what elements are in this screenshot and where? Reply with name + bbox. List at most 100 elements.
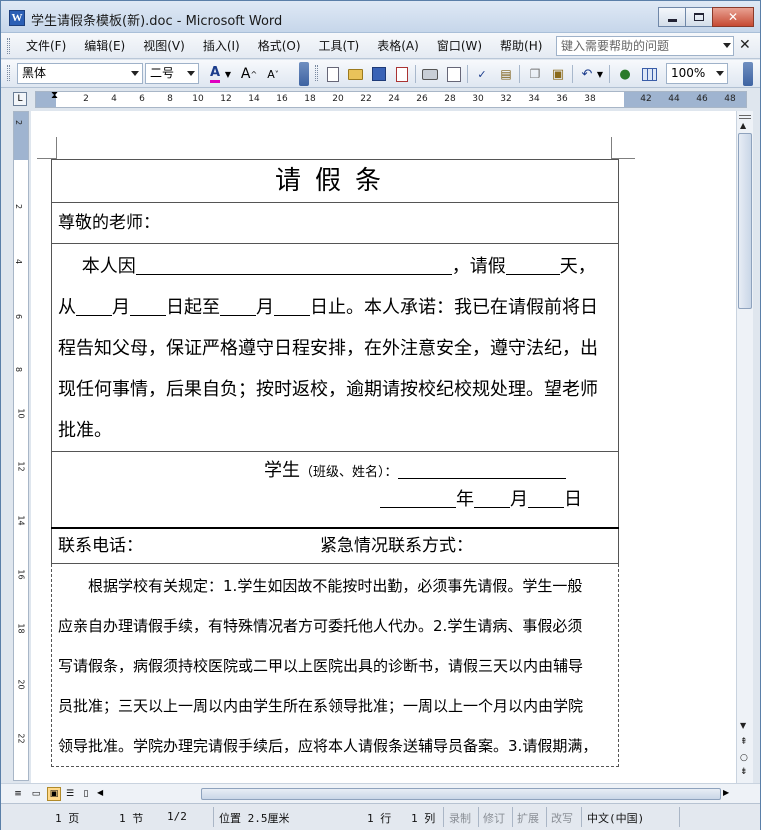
horizontal-scroll-thumb[interactable] — [201, 788, 721, 800]
status-extend[interactable]: 扩展 — [517, 810, 539, 826]
undo-dropdown[interactable]: ▼ — [595, 64, 605, 84]
menubar-grip[interactable] — [7, 38, 10, 54]
spelling-button[interactable]: ✓ — [472, 64, 492, 84]
close-document-icon[interactable]: ✕ — [739, 37, 751, 53]
split-handle[interactable] — [739, 115, 751, 119]
chevron-down-icon[interactable] — [131, 71, 139, 76]
scroll-left-icon[interactable]: ◀ — [97, 788, 103, 797]
menu-help[interactable]: 帮助(H) — [491, 38, 551, 54]
status-line[interactable]: 1 行 — [367, 810, 391, 826]
status-track-changes[interactable]: 修订 — [483, 810, 505, 826]
status-page-of[interactable]: 1/2 — [167, 810, 187, 823]
menu-insert[interactable]: 插入(I) — [194, 38, 249, 54]
toolbar-grip-standard[interactable] — [315, 65, 318, 81]
tab-stop-selector[interactable]: L — [13, 92, 27, 106]
status-overtype[interactable]: 改写 — [551, 810, 573, 826]
menu-tools[interactable]: 工具(T) — [310, 38, 369, 54]
copy-button[interactable]: ❐ — [525, 64, 545, 84]
horizontal-ruler[interactable]: 2 4 6 8 10 12 14 16 18 20 22 24 26 28 30… — [35, 90, 747, 108]
save-button[interactable] — [369, 64, 389, 84]
paste-button[interactable]: ▣ — [548, 64, 568, 84]
next-page-icon[interactable]: ⇟ — [740, 767, 748, 777]
hyperlink-button[interactable]: ● — [615, 64, 635, 84]
from-month-blank[interactable] — [76, 294, 112, 316]
outline-view-icon: ☰ — [65, 789, 75, 799]
status-position[interactable]: 位置 2.5厘米 — [219, 810, 290, 826]
word-app-icon[interactable]: W — [9, 10, 25, 26]
previous-page-icon[interactable]: ⇞ — [740, 737, 748, 747]
chevron-down-icon[interactable] — [187, 71, 195, 76]
close-button[interactable]: ✕ — [712, 7, 754, 27]
scroll-up-icon[interactable]: ▲ — [740, 121, 746, 130]
menu-file[interactable]: 文件(F) — [17, 38, 75, 54]
reading-layout-icon: ▯ — [83, 789, 89, 799]
menu-view[interactable]: 视图(V) — [134, 38, 194, 54]
body-line-5: 批准。 — [58, 420, 112, 441]
status-page[interactable]: 1 页 — [55, 810, 79, 826]
student-name-blank[interactable] — [397, 457, 566, 479]
year-blank[interactable] — [380, 486, 456, 508]
font-color-dropdown[interactable]: ▼ — [223, 64, 233, 84]
menu-list: 文件(F) 编辑(E) 视图(V) 插入(I) 格式(O) 工具(T) 表格(A… — [17, 38, 551, 54]
grow-font-button[interactable]: A ^ — [239, 64, 259, 84]
ruler-tick: 32 — [500, 94, 512, 104]
status-section[interactable]: 1 节 — [119, 810, 143, 826]
print-preview-button[interactable] — [444, 64, 464, 84]
date-line: 年月日 — [380, 485, 582, 511]
toolbar-options-button[interactable] — [743, 62, 753, 86]
menu-edit[interactable]: 编辑(E) — [75, 38, 134, 54]
from-month-unit: 月 — [112, 297, 130, 318]
font-size-select[interactable]: 二号 — [145, 63, 199, 84]
scroll-down-icon[interactable]: ▼ — [740, 721, 746, 730]
ruler-tick: 48 — [724, 94, 736, 104]
shrink-font-button[interactable]: A ˅ — [263, 64, 283, 84]
font-name-select[interactable]: 黑体 — [17, 63, 143, 84]
month-blank[interactable] — [474, 486, 510, 508]
web-layout-view-button[interactable]: ▭ — [29, 787, 43, 801]
status-record-macro[interactable]: 录制 — [449, 810, 471, 826]
signature-section: 学生（班级、姓名）： 年 月 日 — [51, 451, 619, 528]
document-page[interactable]: 请假条 尊敬的老师： 本人因 ，请假 天， 从月日起至月日止。本人承诺：我已在请假前… — [51, 159, 619, 767]
select-browse-object-icon[interactable]: ○ — [740, 753, 748, 763]
menu-format[interactable]: 格式(O) — [249, 38, 310, 54]
days-blank[interactable] — [505, 253, 560, 275]
print-button[interactable] — [420, 64, 440, 84]
reading-layout-button[interactable]: ▯ — [79, 787, 93, 801]
indent-marker-icon[interactable]: ⧗ — [51, 90, 58, 101]
chevron-down-icon[interactable] — [723, 43, 731, 48]
form-title: 请假条 — [51, 159, 619, 203]
normal-view-button[interactable]: ≡ — [11, 787, 25, 801]
reason-blank[interactable] — [135, 253, 452, 275]
vertical-scrollbar[interactable]: ▲ ▼ ⇞ ○ ⇟ — [736, 111, 753, 783]
from-day-blank[interactable] — [130, 294, 166, 316]
open-button[interactable] — [345, 64, 365, 84]
day-blank[interactable] — [528, 486, 564, 508]
status-language[interactable]: 中文(中国) — [587, 810, 644, 826]
document-area[interactable]: 请假条 尊敬的老师： 本人因 ，请假 天， 从月日起至月日止。本人承诺：我已在请假前… — [31, 111, 736, 783]
maximize-button[interactable] — [685, 7, 713, 27]
zoom-select[interactable]: 100% — [666, 63, 728, 84]
vertical-ruler[interactable]: 2 2 4 6 8 10 12 14 16 18 20 22 — [13, 111, 29, 781]
horizontal-scrollbar[interactable]: ◀ ▶ — [93, 787, 733, 801]
scroll-right-icon[interactable]: ▶ — [723, 788, 729, 797]
toolbar-grip[interactable] — [7, 65, 10, 81]
research-button[interactable]: ▤ — [496, 64, 516, 84]
minimize-button[interactable] — [658, 7, 686, 27]
chevron-down-icon[interactable] — [716, 71, 724, 76]
toolbar-options-button[interactable] — [299, 62, 309, 86]
help-search-input[interactable]: 键入需要帮助的问题 — [556, 36, 734, 56]
to-month-blank[interactable] — [220, 294, 256, 316]
menu-table[interactable]: 表格(A) — [368, 38, 428, 54]
font-color-button[interactable]: A — [205, 64, 225, 84]
outline-view-button[interactable]: ☰ — [63, 787, 77, 801]
menu-window[interactable]: 窗口(W) — [428, 38, 491, 54]
insert-table-button[interactable] — [639, 64, 659, 84]
permission-button[interactable] — [392, 64, 412, 84]
undo-button[interactable]: ↶ — [577, 64, 597, 84]
vertical-scroll-thumb[interactable] — [738, 133, 752, 309]
status-column[interactable]: 1 列 — [411, 810, 435, 826]
new-document-button[interactable] — [323, 64, 343, 84]
to-day-blank[interactable] — [274, 294, 310, 316]
print-layout-view-button[interactable]: ▣ — [47, 787, 61, 801]
salutation: 尊敬的老师： — [51, 202, 619, 244]
